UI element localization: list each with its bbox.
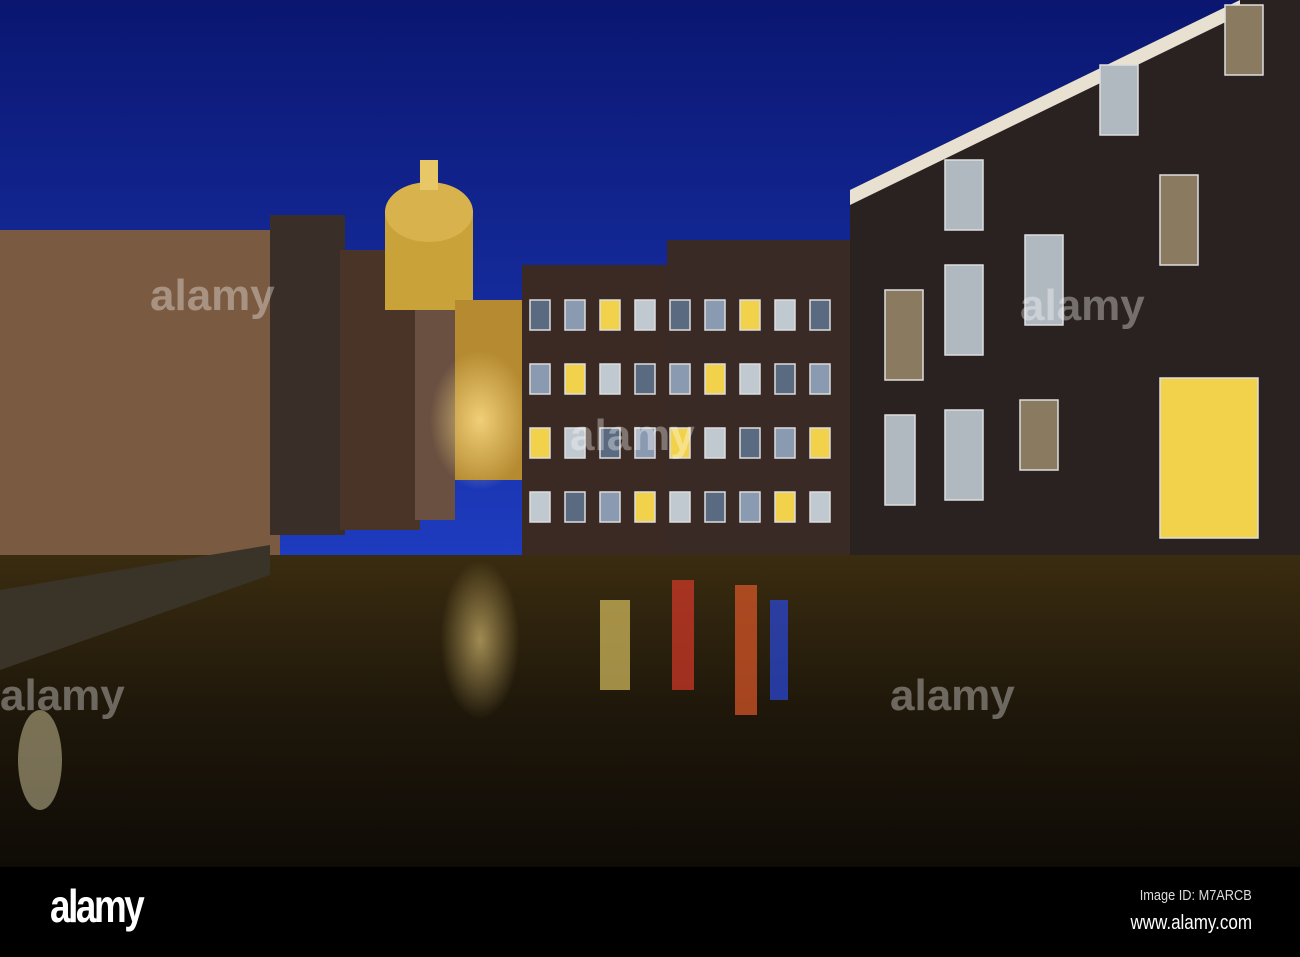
window <box>599 491 621 523</box>
window <box>599 363 621 395</box>
window <box>599 299 621 331</box>
window <box>944 409 984 501</box>
canal-night-photo: alamy alamy alamy alamy alamy <box>0 0 1300 867</box>
window <box>884 289 924 381</box>
window <box>564 363 586 395</box>
window <box>739 491 761 523</box>
window <box>739 427 761 459</box>
window <box>809 491 831 523</box>
window <box>1099 64 1139 136</box>
image-id: Image ID: M7ARCB <box>1140 887 1252 904</box>
window <box>669 299 691 331</box>
window <box>739 363 761 395</box>
window <box>1159 174 1199 266</box>
window <box>704 491 726 523</box>
site-url[interactable]: www.alamy.com <box>1130 912 1252 935</box>
window <box>634 363 656 395</box>
window <box>564 299 586 331</box>
window <box>529 491 551 523</box>
window <box>704 363 726 395</box>
window <box>634 491 656 523</box>
window <box>809 299 831 331</box>
window <box>774 363 796 395</box>
svg-text:alamy: alamy <box>570 411 695 460</box>
svg-text:alamy: alamy <box>890 671 1015 720</box>
window <box>634 299 656 331</box>
window <box>884 414 916 506</box>
window <box>774 427 796 459</box>
window <box>809 363 831 395</box>
window <box>669 491 691 523</box>
window <box>944 264 984 356</box>
window <box>529 363 551 395</box>
footer-bar: alamy Image ID: M7ARCB www.alamy.com <box>0 867 1300 957</box>
window <box>704 427 726 459</box>
window <box>774 299 796 331</box>
alamy-logo: alamy <box>50 880 145 932</box>
window <box>739 299 761 331</box>
svg-text:alamy: alamy <box>1020 281 1145 330</box>
window <box>774 491 796 523</box>
window <box>1019 399 1059 471</box>
svg-text:alamy: alamy <box>0 671 125 720</box>
window <box>1159 377 1259 539</box>
window <box>1224 4 1264 76</box>
window <box>564 491 586 523</box>
window <box>944 159 984 231</box>
window <box>669 363 691 395</box>
window <box>529 427 551 459</box>
window <box>809 427 831 459</box>
window <box>529 299 551 331</box>
svg-text:alamy: alamy <box>150 271 275 320</box>
window <box>704 299 726 331</box>
canal-water <box>0 555 1300 867</box>
